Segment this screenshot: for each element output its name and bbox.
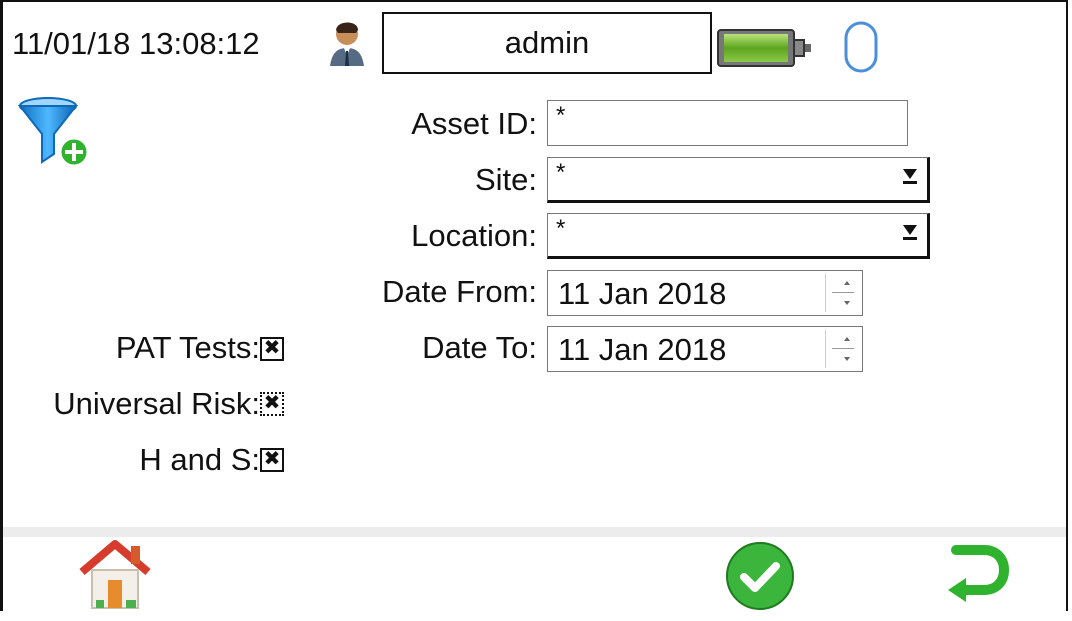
date-to-spinner[interactable] [825,330,858,368]
date-from-value: 11 Jan 2018 [558,276,727,311]
asset-id-label: Asset ID: [411,106,537,141]
date-from-input[interactable]: 11 Jan 2018 [547,270,863,316]
dropdown-arrow-icon[interactable] [903,169,917,184]
date-to-label: Date To: [422,330,537,365]
spin-down-icon[interactable] [844,301,850,305]
location-label: Location: [411,218,537,253]
spin-up-icon[interactable] [844,281,850,285]
date-from-label: Date From: [381,274,537,309]
pat-tests-checkbox[interactable]: ✖ [260,337,284,361]
h-and-s-checkbox[interactable]: ✖ [260,448,284,472]
return-arrow-icon[interactable] [938,540,1010,610]
user-avatar-icon [330,22,364,66]
site-select[interactable]: * [547,157,930,203]
location-select[interactable]: * [547,213,930,259]
universal-risk-label: Universal Risk: [53,386,260,421]
checkmark-icon[interactable] [724,540,796,612]
spin-up-icon[interactable] [844,337,850,341]
h-and-s-label: H and S: [139,442,260,477]
user-name-field: admin [382,12,712,74]
location-select-value: * [556,215,566,242]
date-from-spinner[interactable] [825,274,858,312]
universal-risk-checkbox[interactable]: ✖ [260,392,284,416]
battery-icon [717,29,811,67]
spin-down-icon[interactable] [844,357,850,361]
bottom-toolbar [3,527,1066,621]
asset-id-input[interactable]: * [547,100,908,146]
mouse-icon [844,21,878,73]
site-select-value: * [556,159,566,186]
datetime-display: 11/01/18 13:08:12 [12,26,260,61]
date-to-input[interactable]: 11 Jan 2018 [547,326,863,372]
date-to-value: 11 Jan 2018 [558,332,727,367]
add-filter-icon[interactable] [18,96,90,168]
pat-tests-label: PAT Tests: [115,330,260,365]
home-icon[interactable] [78,538,152,610]
dropdown-arrow-icon[interactable] [903,225,917,240]
site-label: Site: [474,162,537,197]
